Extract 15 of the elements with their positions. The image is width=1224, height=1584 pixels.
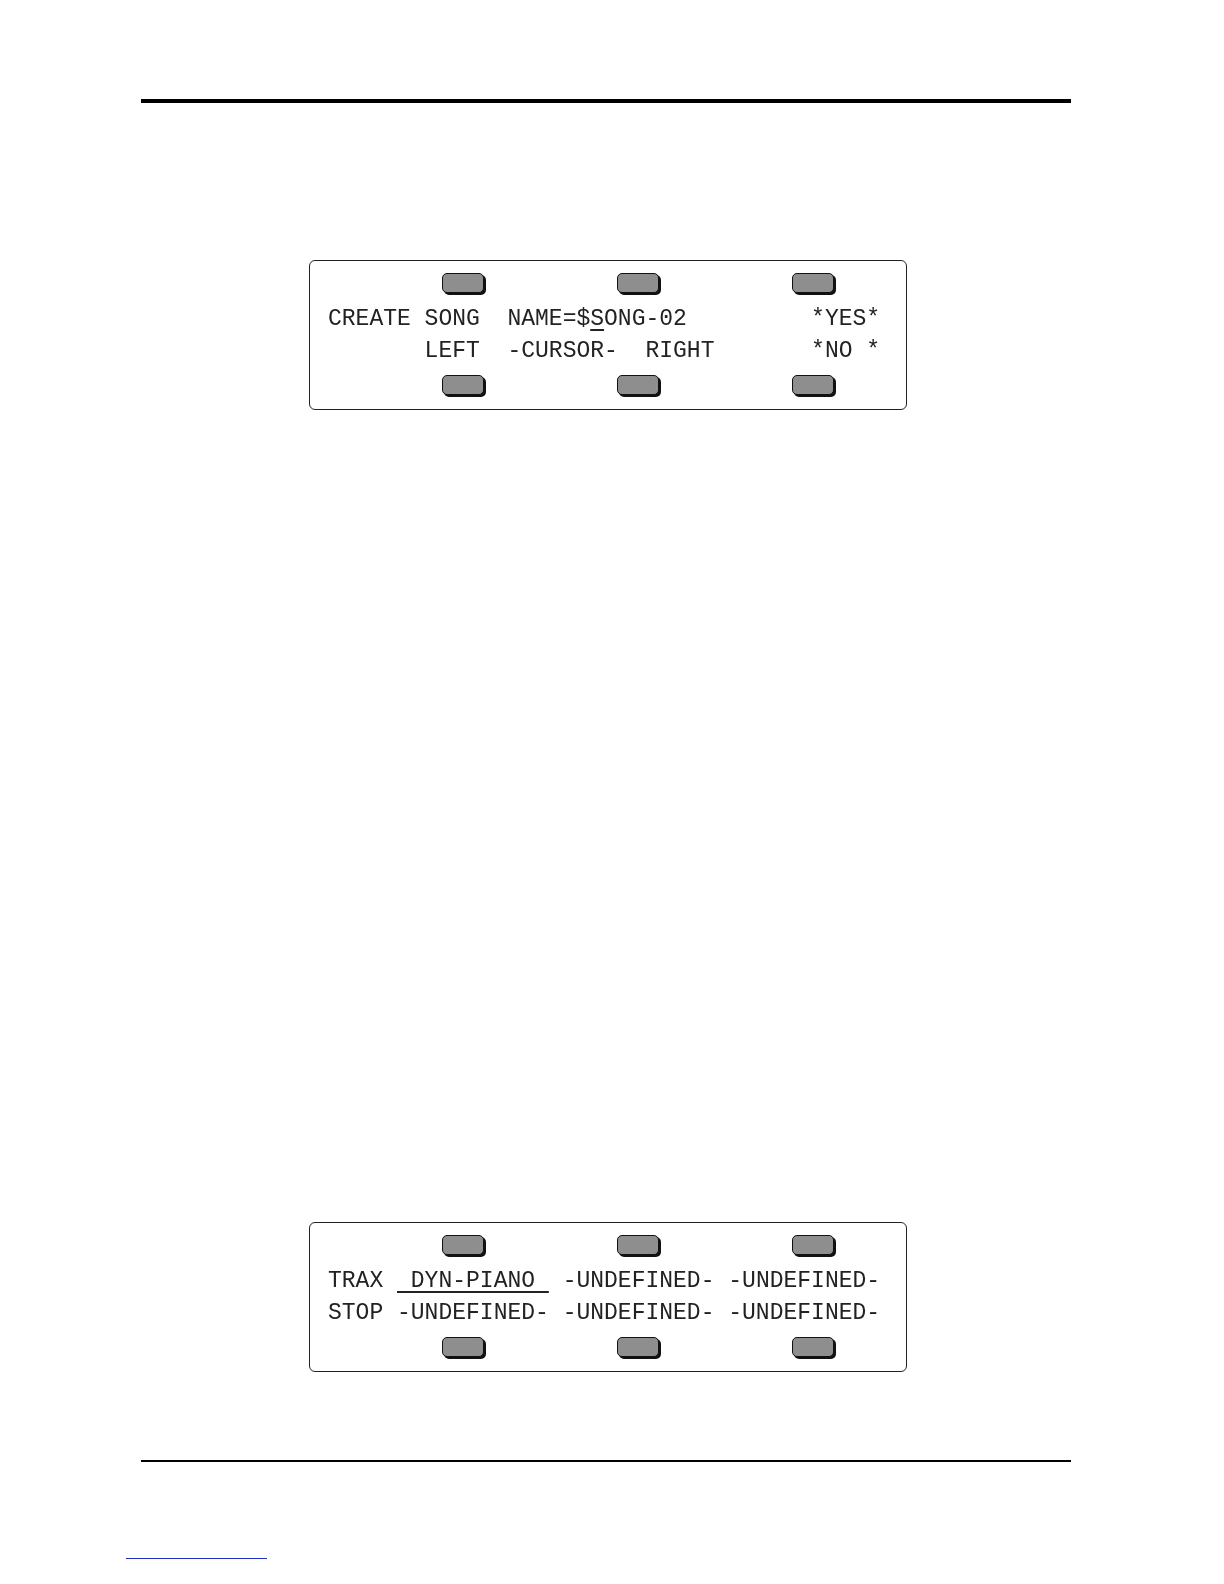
soft-button[interactable] — [792, 1235, 834, 1255]
soft-button[interactable] — [792, 273, 834, 293]
lcd-line: CREATE SONG NAME=$SONG-02 *YES* — [328, 305, 881, 334]
soft-button[interactable] — [442, 1235, 484, 1255]
lcd-line: TRAX DYN-PIANO -UNDEFINED- -UNDEFINED- — [328, 1267, 881, 1296]
soft-button[interactable] — [617, 273, 659, 293]
soft-button[interactable] — [442, 273, 484, 293]
soft-button[interactable] — [617, 375, 659, 395]
soft-button[interactable] — [442, 1337, 484, 1357]
soft-button[interactable] — [617, 1337, 659, 1357]
lcd-line: LEFT -CURSOR- RIGHT *NO * — [423, 337, 881, 366]
soft-button[interactable] — [442, 375, 484, 395]
soft-button[interactable] — [617, 1235, 659, 1255]
soft-button[interactable] — [792, 1337, 834, 1357]
soft-button[interactable] — [792, 375, 834, 395]
